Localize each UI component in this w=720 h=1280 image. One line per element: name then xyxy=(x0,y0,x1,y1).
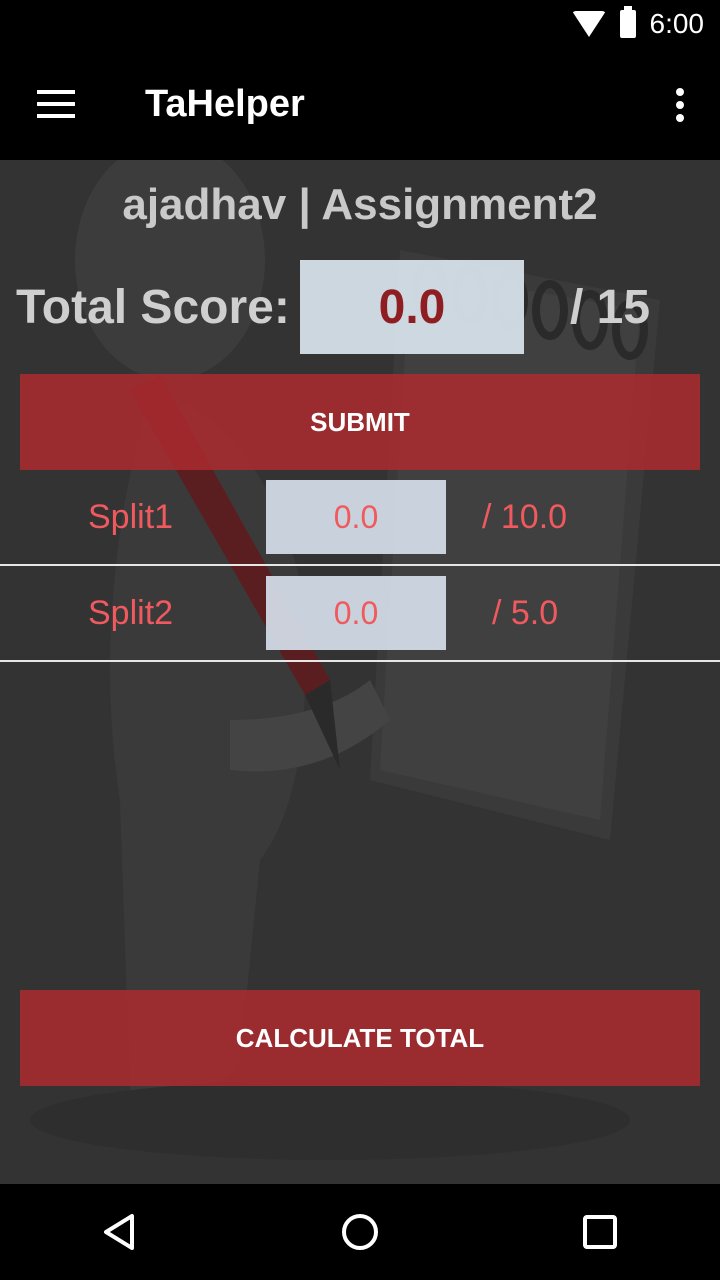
recents-icon[interactable] xyxy=(560,1192,640,1272)
wifi-icon xyxy=(571,11,606,37)
student-assignment-header: ajadhav | Assignment2 xyxy=(122,180,598,229)
total-score-field[interactable]: 0.0 xyxy=(300,260,524,354)
split-row: Split2 0.0 / 5.0 xyxy=(0,566,720,662)
navigation-bar xyxy=(0,1184,720,1280)
app-title: TaHelper xyxy=(145,82,305,125)
split-name: Split1 xyxy=(88,498,174,536)
split-score-field[interactable]: 0.0 xyxy=(266,480,446,554)
calculate-total-button[interactable]: CALCULATE TOTAL xyxy=(20,990,700,1086)
back-icon[interactable] xyxy=(80,1192,160,1272)
main-content: ajadhav | Assignment2 Total Score: 0.0 /… xyxy=(0,160,720,1184)
status-bar: 6:00 xyxy=(0,0,720,48)
split-max: / 10.0 xyxy=(482,498,568,536)
total-score-label: Total Score: xyxy=(16,281,290,334)
menu-icon[interactable] xyxy=(37,90,75,118)
split-score-field[interactable]: 0.0 xyxy=(266,576,446,650)
home-icon[interactable] xyxy=(320,1192,400,1272)
split-max: / 5.0 xyxy=(492,594,559,632)
overflow-menu-icon[interactable] xyxy=(676,88,684,122)
split-name: Split2 xyxy=(88,594,174,632)
split-row: Split1 0.0 / 10.0 xyxy=(0,470,720,566)
app-bar: TaHelper xyxy=(0,48,720,160)
submit-button[interactable]: SUBMIT xyxy=(20,374,700,470)
total-score-max: / 15 xyxy=(570,281,651,334)
status-time: 6:00 xyxy=(649,8,705,39)
battery-icon xyxy=(619,6,636,38)
